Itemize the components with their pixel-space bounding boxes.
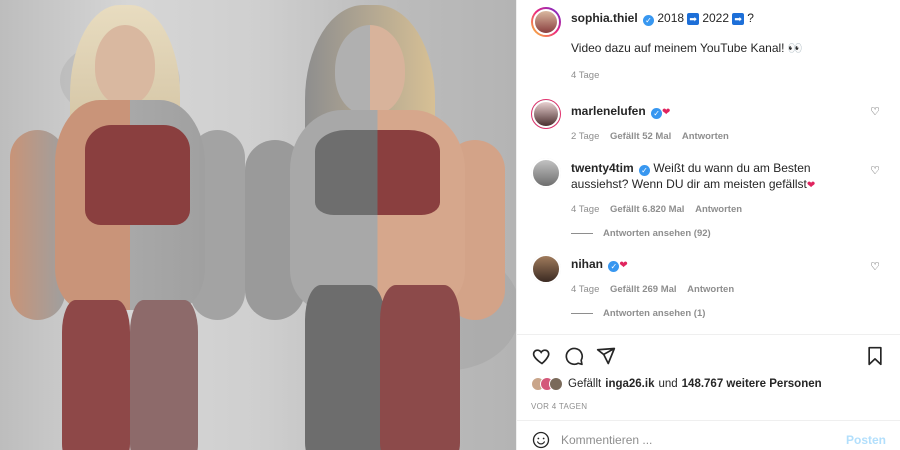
likes-summary: Gefällt inga26.ik und 148.767 weitere Pe…: [531, 377, 886, 391]
view-replies-button[interactable]: Antworten ansehen (92): [571, 228, 886, 239]
comment-age[interactable]: 2 Tage: [571, 131, 599, 142]
comment-age[interactable]: 4 Tage: [571, 284, 599, 295]
post-caption: sophia.thiel ✓ 2018 ➡ 2022 ➡ ? Video daz…: [531, 7, 886, 81]
verified-badge-icon: ✓: [608, 261, 620, 272]
heart-icon[interactable]: ♡: [870, 260, 880, 273]
likes-count[interactable]: 148.767 weitere Personen: [682, 378, 822, 390]
comment-username[interactable]: marlenelufen: [571, 104, 646, 118]
author-username[interactable]: sophia.thiel: [571, 11, 638, 25]
comment-username[interactable]: twenty4tim: [571, 161, 634, 175]
comment-username[interactable]: nihan: [571, 257, 603, 271]
leg-right: [380, 285, 460, 450]
comment-composer: Posten: [531, 430, 886, 450]
verified-badge-icon: ✓: [651, 108, 663, 119]
leg-right: [130, 300, 198, 450]
caption-year-2: 2022: [702, 11, 730, 25]
leg-left: [62, 300, 130, 450]
post-view: sophia.thiel ✓ 2018 ➡ 2022 ➡ ? Video daz…: [0, 0, 900, 450]
view-replies-button[interactable]: Antworten ansehen (1): [571, 308, 886, 319]
caption-age[interactable]: 4 Tage: [571, 70, 599, 81]
liker-avatar: [549, 377, 563, 391]
likes-connector: und: [658, 378, 678, 390]
liker-avatars[interactable]: [531, 377, 563, 391]
heart-icon[interactable]: ♡: [870, 164, 880, 177]
author-avatar[interactable]: [531, 7, 561, 37]
heart-emoji-icon: ❤: [806, 180, 816, 191]
comment-likes[interactable]: Gefällt 52 Mal: [610, 131, 671, 142]
comment: nihan ✓ ❤ 4 Tage Gefällt 269 Mal Antworte…: [531, 254, 886, 295]
commenter-avatar[interactable]: [531, 158, 561, 188]
divider: [517, 334, 900, 335]
commenter-avatar[interactable]: [531, 99, 561, 129]
comment-icon[interactable]: [563, 345, 585, 367]
face: [95, 25, 155, 105]
post-photo[interactable]: [0, 0, 516, 450]
arrow-right-icon: ➡: [732, 13, 744, 25]
post-side-panel: sophia.thiel ✓ 2018 ➡ 2022 ➡ ? Video daz…: [516, 0, 900, 450]
figure-2018: [0, 0, 260, 450]
likes-prefix: Gefällt: [568, 378, 602, 390]
comments-list[interactable]: sophia.thiel ✓ 2018 ➡ 2022 ➡ ? Video daz…: [517, 0, 900, 334]
heart-icon[interactable]: [531, 345, 553, 367]
comment: marlenelufen ✓ ❤ 2 Tage Gefällt 52 Mal An…: [531, 99, 886, 142]
heart-emoji-icon: ❤: [619, 260, 628, 271]
reply-button[interactable]: Antworten: [695, 204, 742, 215]
reply-button[interactable]: Antworten: [687, 284, 734, 295]
heart-icon[interactable]: ♡: [870, 105, 880, 118]
emoji-icon[interactable]: [531, 430, 551, 450]
share-icon[interactable]: [595, 345, 617, 367]
comment-likes[interactable]: Gefällt 269 Mal: [610, 284, 677, 295]
comment-input[interactable]: [561, 433, 846, 447]
leg-left: [305, 285, 385, 450]
replies-dash: [571, 233, 593, 234]
bookmark-icon[interactable]: [864, 345, 886, 367]
liker-username[interactable]: inga26.ik: [605, 378, 654, 390]
arrow-right-icon: ➡: [687, 13, 699, 25]
verified-badge-icon: ✓: [639, 165, 651, 176]
caption-question: ?: [747, 11, 754, 25]
verified-badge-icon: ✓: [643, 15, 655, 26]
heart-emoji-icon: ❤: [662, 107, 671, 118]
sports-top: [85, 125, 190, 225]
commenter-avatar[interactable]: [531, 254, 561, 284]
post-timestamp[interactable]: VOR 4 TAGEN: [531, 402, 587, 411]
comment: twenty4tim ✓ Weißt du wann du am Besten …: [531, 158, 886, 215]
sports-top: [315, 130, 440, 215]
action-bar: [531, 344, 886, 368]
comment-age[interactable]: 4 Tage: [571, 204, 599, 215]
divider: [517, 420, 900, 421]
post-button[interactable]: Posten: [846, 433, 886, 447]
caption-text: Video dazu auf meinem YouTube Kanal! 👀: [571, 41, 803, 55]
face: [335, 25, 405, 115]
figure-2022: [240, 0, 516, 450]
replies-dash: [571, 313, 593, 314]
caption-year-1: 2018: [657, 11, 685, 25]
reply-button[interactable]: Antworten: [682, 131, 729, 142]
comment-likes[interactable]: Gefällt 6.820 Mal: [610, 204, 684, 215]
